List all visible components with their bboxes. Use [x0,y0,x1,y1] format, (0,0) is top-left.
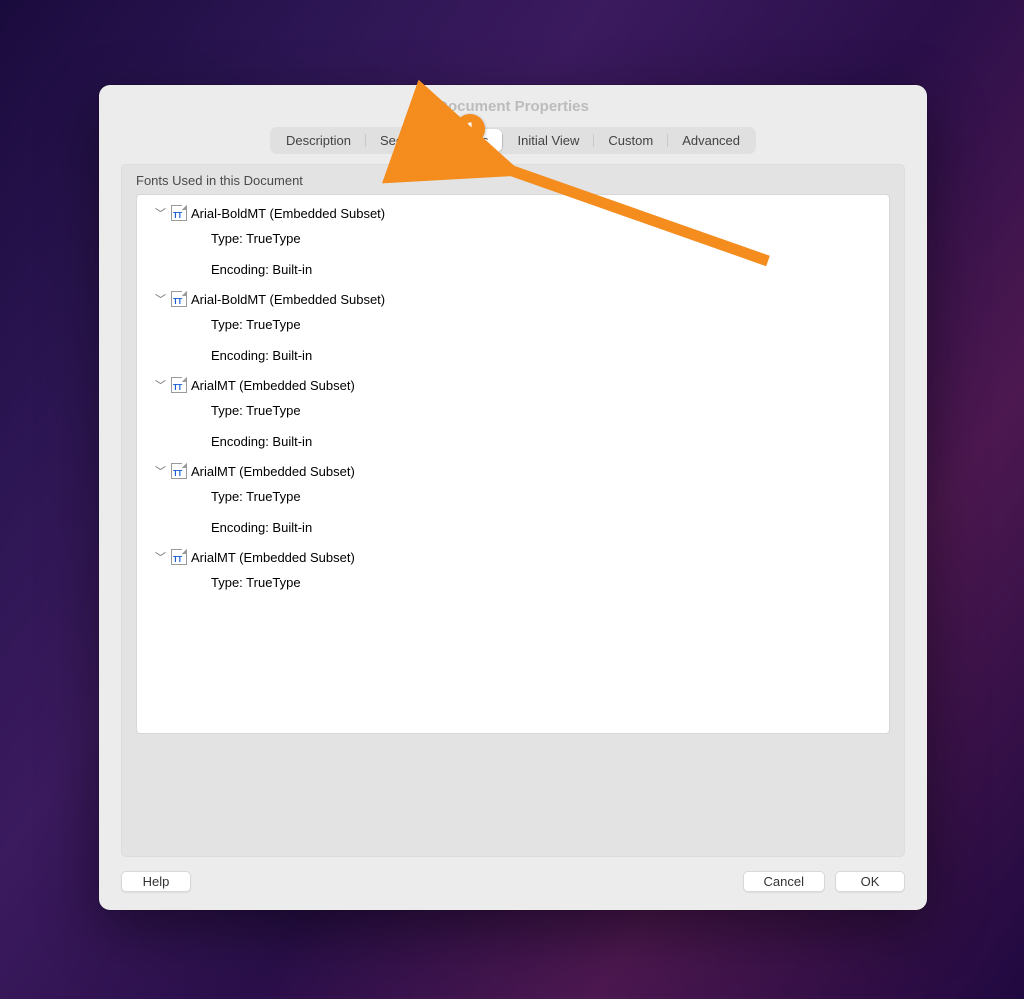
font-encoding-label: Encoding: Built-in [211,514,879,545]
chevron-down-icon[interactable]: ﹀ [155,463,167,479]
chevron-down-icon[interactable]: ﹀ [155,549,167,565]
font-entry-header[interactable]: ﹀TT ArialMT (Embedded Subset) [147,375,879,397]
tabbar: Description Security Fonts Initial View … [270,127,756,154]
font-entry: ﹀TT ArialMT (Embedded Subset) Type: TrueTy… [147,461,879,545]
cancel-button[interactable]: Cancel [743,871,825,892]
font-details: Type: TrueType [147,569,879,600]
font-type-label: Type: TrueType [211,225,879,256]
font-entry-header[interactable]: ﹀TT Arial-BoldMT (Embedded Subset) [147,289,879,311]
tab-advanced[interactable]: Advanced [668,129,754,152]
font-name-label: ArialMT (Embedded Subset) [191,550,355,565]
fonts-group-label: Fonts Used in this Document [122,165,904,194]
font-entry-header[interactable]: ﹀TT ArialMT (Embedded Subset) [147,461,879,483]
font-details: Type: TrueTypeEncoding: Built-in [147,311,879,373]
font-details: Type: TrueTypeEncoding: Built-in [147,225,879,287]
font-encoding-label: Encoding: Built-in [211,428,879,459]
tab-custom[interactable]: Custom [594,129,667,152]
help-button[interactable]: Help [121,871,191,892]
font-type-label: Type: TrueType [211,483,879,514]
tab-description[interactable]: Description [272,129,365,152]
font-name-label: ArialMT (Embedded Subset) [191,378,355,393]
font-encoding-label: Encoding: Built-in [211,342,879,373]
font-entry: ﹀TT Arial-BoldMT (Embedded Subset) Type: T… [147,289,879,373]
tab-initial-view[interactable]: Initial View [503,129,593,152]
truetype-font-icon: TT [171,549,187,565]
font-type-label: Type: TrueType [211,569,879,600]
font-entry: ﹀TT ArialMT (Embedded Subset) Type: TrueTy… [147,375,879,459]
font-name-label: Arial-BoldMT (Embedded Subset) [191,206,385,221]
font-type-label: Type: TrueType [211,397,879,428]
font-details: Type: TrueTypeEncoding: Built-in [147,397,879,459]
font-entry: ﹀TT Arial-BoldMT (Embedded Subset) Type: T… [147,203,879,287]
font-encoding-label: Encoding: Built-in [211,256,879,287]
font-name-label: Arial-BoldMT (Embedded Subset) [191,292,385,307]
truetype-font-icon: TT [171,463,187,479]
fonts-listbox[interactable]: ﹀TTArial-BoldMT (Embedded Subset)Type: T… [136,194,890,734]
fonts-panel: Fonts Used in this Document ﹀TTArial-Bol… [99,154,927,857]
fonts-group: Fonts Used in this Document ﹀TTArial-Bol… [121,164,905,857]
font-name-label: ArialMT (Embedded Subset) [191,464,355,479]
ok-button[interactable]: OK [835,871,905,892]
document-properties-dialog: Document Properties Description Security… [99,85,927,910]
font-entry-header[interactable]: ﹀TT Arial-BoldMT (Embedded Subset) [147,203,879,225]
truetype-font-icon: TT [171,377,187,393]
font-details: Type: TrueTypeEncoding: Built-in [147,483,879,545]
dialog-title: Document Properties [99,85,927,125]
tab-security[interactable]: Security [366,129,441,152]
truetype-font-icon: TT [171,205,187,221]
tab-fonts[interactable]: Fonts [442,129,503,152]
tabbar-container: Description Security Fonts Initial View … [99,125,927,154]
font-entry-header[interactable]: ﹀TT ArialMT (Embedded Subset) [147,547,879,569]
truetype-font-icon: TT [171,291,187,307]
chevron-down-icon[interactable]: ﹀ [155,205,167,221]
chevron-down-icon[interactable]: ﹀ [155,291,167,307]
chevron-down-icon[interactable]: ﹀ [155,377,167,393]
font-type-label: Type: TrueType [211,311,879,342]
font-entry: ﹀TT ArialMT (Embedded Subset) Type: TrueTy… [147,547,879,600]
dialog-button-bar: Help Cancel OK [99,857,927,910]
